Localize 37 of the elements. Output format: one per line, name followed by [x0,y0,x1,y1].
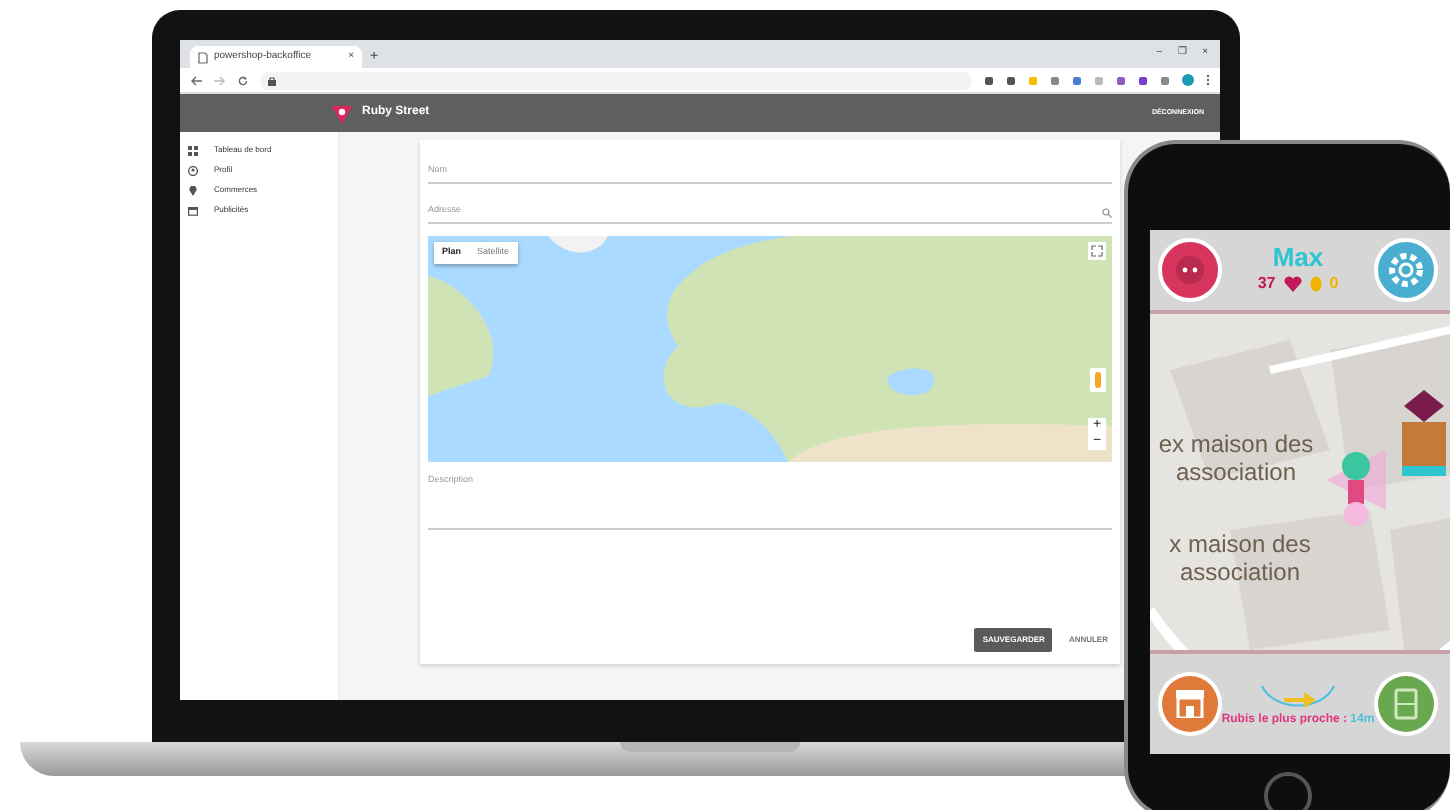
logo-icon [332,103,352,123]
heart-icon [1283,276,1302,292]
profile-button[interactable] [1158,238,1222,302]
extension-icon[interactable] [1160,75,1170,85]
locker-icon [1394,688,1419,720]
user-icon [188,165,198,175]
storefront-icon [1173,690,1206,718]
extension-icon[interactable] [1072,75,1082,85]
extension-icon[interactable] [1050,75,1060,85]
home-button[interactable] [1264,772,1312,810]
pin-icon [188,185,198,195]
lock-icon [268,75,276,85]
heart-count: 37 [1257,272,1276,296]
grid-icon [188,145,198,155]
extension-icon[interactable] [1006,75,1016,85]
avatar-icon[interactable] [1182,74,1194,86]
coin-icon [1309,276,1322,292]
settings-button[interactable] [1373,238,1438,302]
back-icon[interactable] [190,75,202,85]
face-icon [1174,254,1206,286]
forward-icon[interactable] [214,75,226,85]
extension-icon[interactable] [984,75,994,85]
player-name: Max [1272,244,1324,272]
fullscreen-icon[interactable] [1088,242,1106,260]
search-icon [1102,208,1112,218]
map-label: x maison des association [1167,530,1313,586]
document-icon [198,51,208,63]
extension-icon[interactable] [1138,75,1148,85]
map-label: ex maison des association [1156,430,1316,486]
coin-count: 0 [1329,272,1339,296]
shop-button[interactable] [1158,672,1222,736]
calendar-icon [188,205,198,215]
reload-icon[interactable] [238,75,248,85]
pegman-icon[interactable] [1090,368,1106,392]
locker-button[interactable] [1374,672,1438,736]
extension-icon[interactable] [1116,75,1126,85]
gear-icon [1387,252,1424,288]
